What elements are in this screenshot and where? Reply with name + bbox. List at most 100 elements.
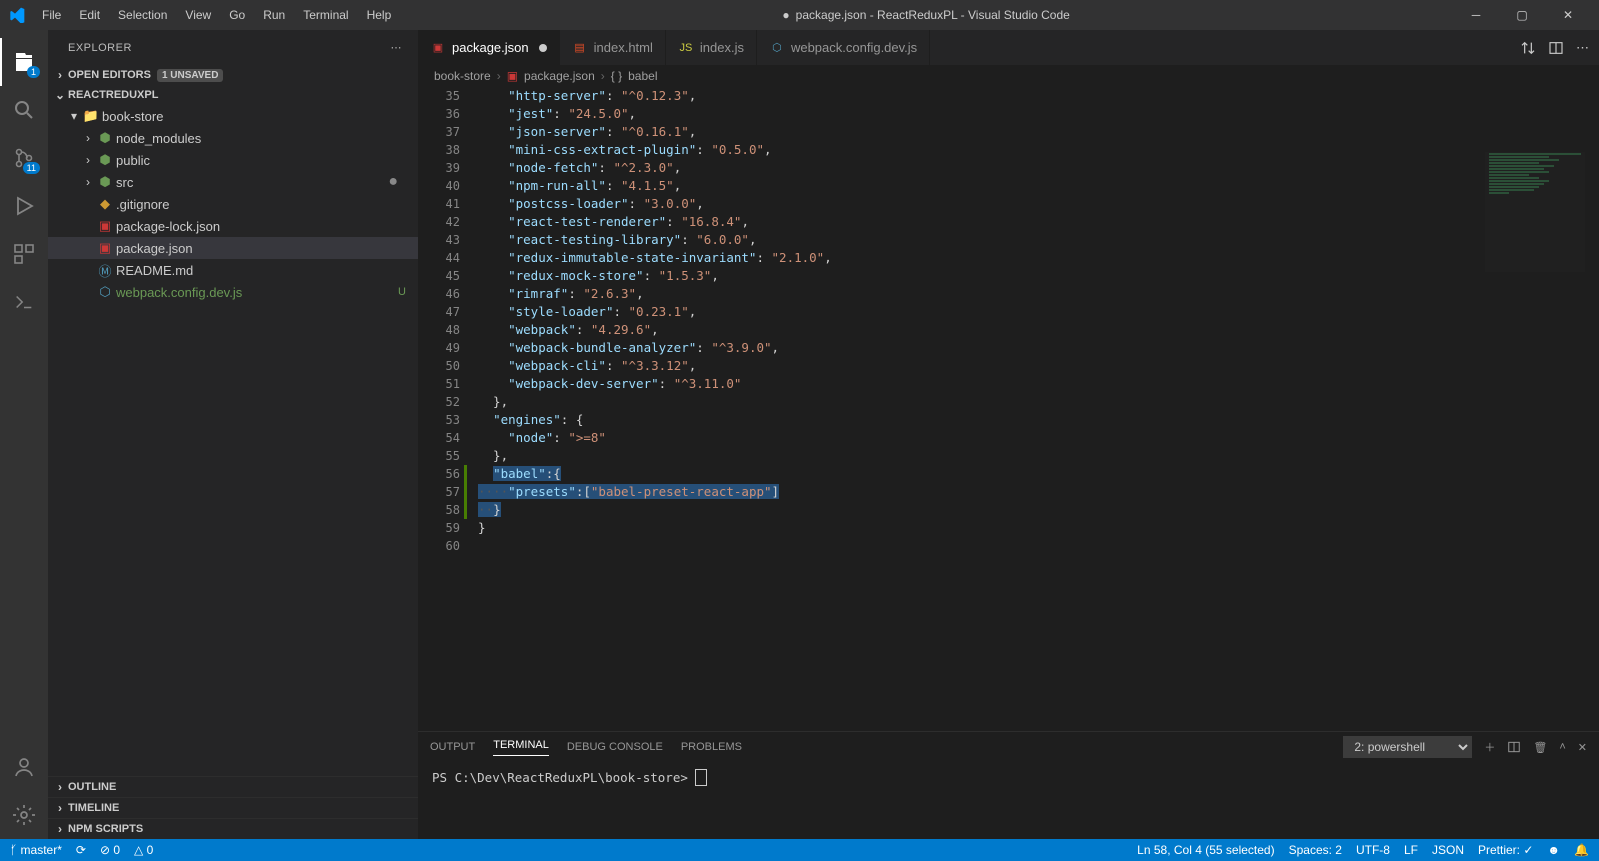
cursor-position[interactable]: Ln 58, Col 4 (55 selected)	[1137, 843, 1274, 857]
tree-item-label: README.md	[114, 263, 193, 278]
activity-accounts[interactable]	[0, 743, 48, 791]
activity-run-debug[interactable]	[0, 182, 48, 230]
file-icon: ⬡	[96, 284, 114, 300]
menu-help[interactable]: Help	[359, 4, 400, 26]
warnings-status[interactable]: △ 0	[134, 843, 153, 857]
file-icon: ⬢	[96, 152, 114, 168]
breadcrumb-segment[interactable]: package.json	[524, 69, 595, 83]
panel-tab-terminal[interactable]: TERMINAL	[493, 739, 549, 756]
errors-status[interactable]: ⊘ 0	[100, 843, 120, 857]
menu-file[interactable]: File	[34, 4, 69, 26]
panel-tab-output[interactable]: OUTPUT	[430, 741, 475, 753]
modified-dot-icon	[539, 44, 547, 52]
activity-scm[interactable]: 11	[0, 134, 48, 182]
npm-scripts-section[interactable]: ›NPM SCRIPTS	[48, 818, 418, 839]
kill-terminal-icon[interactable]: 🗑	[1533, 741, 1547, 754]
tree-item-label: package.json	[114, 241, 193, 256]
file-icon: Ⓜ	[96, 261, 114, 280]
editor-tab[interactable]: JSindex.js	[666, 30, 757, 65]
git-branch[interactable]: ᚶ master*	[10, 843, 62, 857]
scm-badge: 11	[23, 162, 40, 174]
status-bar: ᚶ master* ⟳ ⊘ 0 △ 0 Ln 58, Col 4 (55 sel…	[0, 839, 1599, 861]
activity-explorer[interactable]: 1	[0, 38, 48, 86]
maximize-button[interactable]: ▢	[1499, 0, 1545, 30]
tree-item-label: webpack.config.dev.js	[114, 285, 242, 300]
tree-file[interactable]: ▣package-lock.json	[48, 215, 418, 237]
split-editor-icon[interactable]	[1548, 40, 1564, 56]
sidebar-more-icon[interactable]: ⋯	[391, 41, 403, 54]
tab-label: index.html	[594, 40, 653, 55]
more-actions-icon[interactable]: ⋯	[1576, 40, 1589, 56]
terminal-selector[interactable]: 2: powershell	[1343, 736, 1472, 758]
menu-selection[interactable]: Selection	[110, 4, 175, 26]
menu-view[interactable]: View	[177, 4, 219, 26]
tree-folder[interactable]: ›⬢src●	[48, 171, 418, 193]
open-editors-label: OPEN EDITORS	[68, 69, 151, 81]
notifications-icon[interactable]: 🔔	[1574, 843, 1589, 857]
outline-section[interactable]: ›OUTLINE	[48, 776, 418, 797]
tree-file[interactable]: ▣package.json	[48, 237, 418, 259]
cursor-icon	[695, 769, 707, 786]
feedback-icon[interactable]: ☻	[1547, 843, 1560, 857]
terminal-content[interactable]: PS C:\Dev\ReactReduxPL\book-store>	[418, 762, 1599, 839]
tree-file[interactable]: ⓂREADME.md	[48, 259, 418, 281]
maximize-panel-icon[interactable]: ˄	[1559, 741, 1565, 753]
editor-tabs: ▣ package.json ▤index.htmlJSindex.js⬡webpa…	[418, 30, 1599, 65]
panel-tab-problems[interactable]: PROBLEMS	[681, 741, 742, 753]
editor-tab[interactable]: ▤index.html	[560, 30, 666, 65]
chevron-right-icon: ›	[52, 68, 68, 82]
explorer-badge: 1	[27, 66, 40, 78]
project-label: REACTREDUXPL	[68, 89, 158, 101]
encoding[interactable]: UTF-8	[1356, 843, 1390, 857]
menu-edit[interactable]: Edit	[71, 4, 108, 26]
chevron-right-icon: ›	[52, 822, 68, 836]
code-content[interactable]: "http-server": "^0.12.3", "jest": "24.5.…	[478, 87, 1599, 731]
panel-tabs: OUTPUT TERMINAL DEBUG CONSOLE PROBLEMS 2…	[418, 732, 1599, 762]
chevron-icon: ›	[80, 175, 96, 189]
prettier-status[interactable]: Prettier: ✓	[1478, 843, 1533, 857]
close-panel-icon[interactable]: ✕	[1578, 741, 1587, 754]
project-section[interactable]: ⌄ REACTREDUXPL	[48, 85, 418, 105]
vscode-logo-icon	[8, 6, 26, 24]
compare-changes-icon[interactable]	[1520, 40, 1536, 56]
editor-tab[interactable]: ⬡webpack.config.dev.js	[757, 30, 930, 65]
sync-icon[interactable]: ⟳	[76, 843, 86, 857]
language-mode[interactable]: JSON	[1432, 843, 1464, 857]
minimize-button[interactable]: ─	[1453, 0, 1499, 30]
open-editors-section[interactable]: › OPEN EDITORS 1 UNSAVED	[48, 65, 418, 85]
editor-tab[interactable]: ▣ package.json	[418, 30, 560, 65]
activity-extensions[interactable]	[0, 230, 48, 278]
close-button[interactable]: ✕	[1545, 0, 1591, 30]
file-icon: ▣	[430, 41, 446, 54]
menu-go[interactable]: Go	[221, 4, 253, 26]
panel-tab-debug-console[interactable]: DEBUG CONSOLE	[567, 741, 663, 753]
timeline-section[interactable]: ›TIMELINE	[48, 797, 418, 818]
tab-label: package.json	[452, 40, 529, 55]
tree-file[interactable]: ◆.gitignore	[48, 193, 418, 215]
breadcrumb[interactable]: book-store › ▣ package.json › { } babel	[418, 65, 1599, 87]
activity-settings[interactable]	[0, 791, 48, 839]
activity-terminal-icon[interactable]	[0, 278, 48, 326]
minimap[interactable]	[1485, 152, 1585, 272]
menu-terminal[interactable]: Terminal	[295, 4, 356, 26]
tree-folder[interactable]: ▾📁book-store	[48, 105, 418, 127]
menu-run[interactable]: Run	[255, 4, 293, 26]
breadcrumb-segment[interactable]: babel	[628, 69, 657, 83]
split-terminal-icon[interactable]	[1507, 740, 1521, 754]
sidebar-header: EXPLORER ⋯	[48, 30, 418, 65]
eol[interactable]: LF	[1404, 843, 1418, 857]
chevron-right-icon: ›	[52, 780, 68, 794]
editor-group: ▣ package.json ▤index.htmlJSindex.js⬡webpa…	[418, 30, 1599, 839]
tree-item-label: public	[114, 153, 150, 168]
activity-search[interactable]	[0, 86, 48, 134]
tree-folder[interactable]: ›⬢public	[48, 149, 418, 171]
file-tree: ▾📁book-store›⬢node_modules›⬢public›⬢src●…	[48, 105, 418, 776]
breadcrumb-segment[interactable]: book-store	[434, 69, 491, 83]
editor-area[interactable]: 3536373839404142434445464748495051525354…	[418, 87, 1599, 731]
tree-file[interactable]: ⬡webpack.config.dev.jsU	[48, 281, 418, 303]
chevron-right-icon: ›	[497, 69, 501, 83]
modified-dot-icon: ●	[782, 8, 789, 22]
new-terminal-icon[interactable]: ＋	[1484, 739, 1495, 755]
indentation[interactable]: Spaces: 2	[1289, 843, 1342, 857]
tree-folder[interactable]: ›⬢node_modules	[48, 127, 418, 149]
